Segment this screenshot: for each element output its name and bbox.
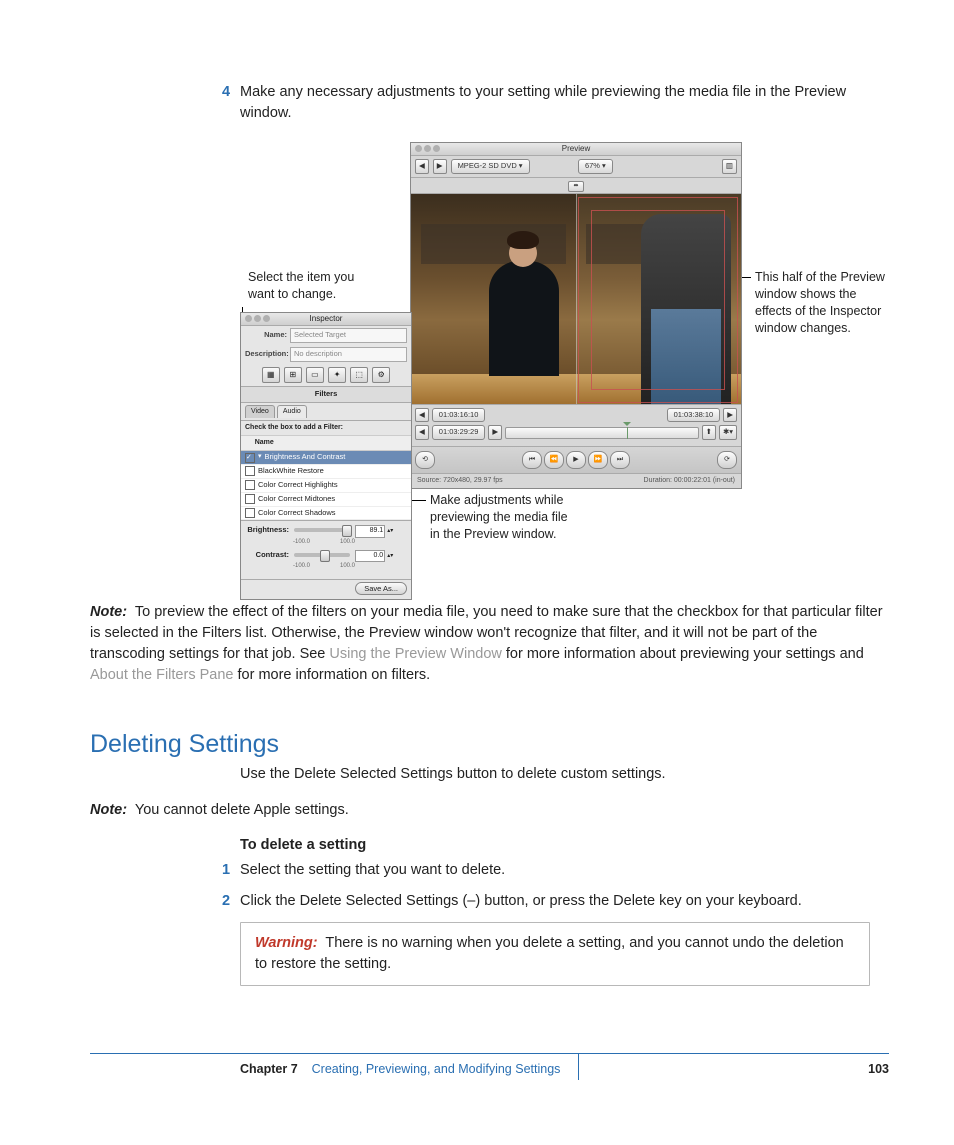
filter-row[interactable]: Color Correct Highlights	[241, 479, 411, 493]
checkbox-icon[interactable]	[245, 466, 255, 476]
preview-titlebar: Preview	[411, 143, 741, 156]
desc-label: Description:	[245, 349, 287, 360]
tc-left-btn[interactable]: ◀	[415, 425, 429, 440]
delete-step-1: 1 Select the setting that you want to de…	[240, 860, 870, 881]
nav-back-button[interactable]: ◀	[415, 159, 429, 174]
name-label: Name:	[245, 330, 287, 341]
play-button[interactable]: ▶	[566, 451, 586, 469]
format-dropdown[interactable]: MPEG-2 SD DVD ▾	[451, 159, 530, 174]
tab-audio[interactable]: Audio	[277, 405, 307, 418]
zoom-dropdown[interactable]: 67% ▾	[578, 159, 613, 174]
geometry-icon[interactable]: ⬚	[350, 367, 368, 383]
filter-list: ▾Brightness And Contrast BlackWhite Rest…	[241, 451, 411, 520]
delete-step-2: 2 Click the Delete Selected Settings (–)…	[240, 891, 870, 912]
out-button[interactable]: ▶	[723, 408, 737, 423]
note-1: Note: To preview the effect of the filte…	[90, 602, 890, 686]
go-end-button[interactable]: ⏭	[610, 451, 630, 469]
checkbox-icon[interactable]	[245, 494, 255, 504]
callout-left: Select the item you want to change.	[248, 269, 368, 303]
encoder-icon[interactable]: ⊞	[284, 367, 302, 383]
warning-box: Warning: There is no warning when you de…	[240, 922, 870, 986]
rewind-button[interactable]: ⏪	[544, 451, 564, 469]
filter-column-header: Name	[241, 436, 411, 451]
tab-video[interactable]: Video	[245, 405, 275, 418]
scrub-back-icon[interactable]: ⟲	[415, 451, 435, 469]
scale-indicator[interactable]: ⬌	[568, 181, 583, 192]
preview-window: Preview ◀ ▶ MPEG-2 SD DVD ▾ 67% ▾ ▥ ⬌	[410, 142, 742, 489]
loop-button[interactable]: ⟳	[717, 451, 737, 469]
tc-in[interactable]: 01:03:16:10	[432, 408, 486, 423]
callout-right: This half of the Preview window shows th…	[755, 269, 885, 337]
frame-icon[interactable]: ▭	[306, 367, 324, 383]
timeline: ◀ 01:03:16:10 01:03:38:10 ▶ ◀ 01:03:29:2…	[411, 404, 741, 447]
nav-fwd-button[interactable]: ▶	[433, 159, 447, 174]
filter-row[interactable]: Color Correct Shadows	[241, 507, 411, 521]
duration-info: Duration: 00:00:22:01 (in-out)	[644, 476, 735, 486]
preview-toolbar: ◀ ▶ MPEG-2 SD DVD ▾ 67% ▾ ▥	[411, 156, 741, 178]
brightness-label: Brightness:	[247, 525, 289, 536]
chapter-title: Creating, Previewing, and Modifying Sett…	[312, 1060, 561, 1080]
in-button[interactable]: ◀	[415, 408, 429, 423]
step-number: 4	[222, 82, 230, 103]
brightness-value[interactable]: 89.1	[355, 525, 385, 537]
marker-btn[interactable]: ⬆	[702, 425, 716, 440]
note-2: Note: You cannot delete Apple settings.	[90, 800, 890, 821]
contrast-label: Contrast:	[247, 550, 289, 561]
transport-controls: ⟲ ⏮ ⏪ ▶ ⏩ ⏭ ⟳	[411, 446, 741, 473]
filter-instruction: Check the box to add a Filter:	[241, 421, 411, 436]
save-as-button[interactable]: Save As...	[355, 582, 407, 595]
inspector-titlebar: Inspector	[241, 313, 411, 326]
filters-icon[interactable]: ✦	[328, 367, 346, 383]
timeline-track[interactable]	[505, 427, 698, 439]
brightness-slider[interactable]	[294, 528, 350, 532]
slider-panel: Brightness: 89.1 ▴▾ -100.0100.0 Contrast…	[241, 520, 411, 579]
step-text: Make any necessary adjustments to your s…	[240, 84, 846, 121]
marker-menu[interactable]: ✱▾	[719, 425, 737, 440]
chapter-label: Chapter 7	[240, 1060, 298, 1080]
figure: Select the item you want to change. This…	[90, 142, 890, 572]
link-filters-pane[interactable]: About the Filters Pane	[90, 667, 233, 683]
section-intro: Use the Delete Selected Settings button …	[240, 764, 870, 785]
filters-header: Filters	[241, 386, 411, 403]
tc-right-btn[interactable]: ▶	[488, 425, 502, 440]
source-info: Source: 720x480, 29.97 fps	[417, 476, 503, 486]
summary-icon[interactable]: ▦	[262, 367, 280, 383]
step-4: 4 Make any necessary adjustments to your…	[240, 82, 870, 124]
desc-field[interactable]: No description	[290, 347, 407, 362]
checkbox-icon[interactable]	[245, 480, 255, 490]
section-heading: Deleting Settings	[90, 726, 890, 762]
procedure-heading: To delete a setting	[240, 835, 870, 856]
forward-button[interactable]: ⏩	[588, 451, 608, 469]
checkbox-icon[interactable]	[245, 453, 255, 463]
name-field[interactable]: Selected Target	[290, 328, 407, 343]
page-number: 103	[856, 1060, 889, 1080]
filter-row[interactable]: ▾Brightness And Contrast	[241, 451, 411, 465]
tc-out[interactable]: 01:03:38:10	[667, 408, 721, 423]
checkbox-icon[interactable]	[245, 508, 255, 518]
page-footer: Chapter 7 Creating, Previewing, and Modi…	[90, 1053, 889, 1080]
filter-row[interactable]: Color Correct Midtones	[241, 493, 411, 507]
inspector-toolbar: ▦ ⊞ ▭ ✦ ⬚ ⚙	[241, 364, 411, 386]
link-preview-window[interactable]: Using the Preview Window	[329, 646, 501, 662]
go-start-button[interactable]: ⏮	[522, 451, 542, 469]
toggle-button[interactable]: ▥	[722, 159, 737, 174]
contrast-value[interactable]: 0.0	[355, 550, 385, 562]
tc-current[interactable]: 01:03:29:29	[432, 425, 486, 440]
video-preview	[411, 194, 741, 404]
callout-bottom: Make adjustments while previewing the me…	[430, 492, 580, 543]
inspector-window: Inspector Name: Selected Target Descript…	[240, 312, 412, 600]
filter-row[interactable]: BlackWhite Restore	[241, 465, 411, 479]
contrast-slider[interactable]	[294, 553, 350, 557]
actions-icon[interactable]: ⚙	[372, 367, 390, 383]
